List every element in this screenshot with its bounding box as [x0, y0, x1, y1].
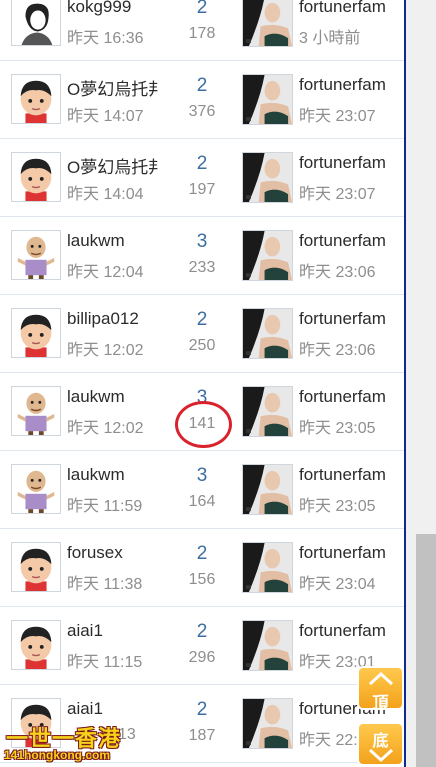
last-post-time[interactable]: 昨天 23:05 — [299, 492, 376, 516]
thread-starter[interactable]: billipa012 — [67, 309, 158, 329]
thread-starter[interactable]: laukwm — [67, 465, 158, 485]
last-poster-avatar-icon[interactable] — [242, 698, 293, 749]
logo-url: 141hongkong.com — [4, 748, 111, 762]
view-count: 376 — [188, 103, 216, 120]
last-poster-name[interactable]: fortunerfam — [299, 309, 389, 329]
last-poster-name[interactable]: fortunerfam — [299, 465, 389, 485]
thread-starter[interactable]: forusex — [67, 543, 158, 563]
last-poster-avatar-icon[interactable] — [242, 152, 293, 203]
last-poster-avatar-icon[interactable] — [242, 542, 293, 593]
last-post-time[interactable]: 昨天 23:06 — [299, 336, 376, 360]
thread-row[interactable]: O夢幻烏托邦 昨天 14:04 2 197 fortunerfam 昨天 23:… — [0, 139, 404, 217]
reply-count: 3 — [196, 465, 208, 486]
old-man-avatar-icon[interactable] — [11, 386, 61, 436]
last-poster-name[interactable]: fortunerfam — [299, 387, 389, 407]
view-count: 178 — [188, 25, 216, 42]
thread-starter[interactable]: aiai1 — [67, 621, 158, 641]
last-poster-avatar-icon[interactable] — [242, 464, 293, 515]
last-poster-avatar-icon[interactable] — [242, 308, 293, 359]
thread-row[interactable]: kokg999 昨天 16:36 2 178 fortunerfam 3 小時前 — [0, 0, 404, 61]
thread-start-time: 昨天 14:07 — [67, 108, 144, 125]
reply-count: 2 — [196, 699, 208, 720]
thread-row[interactable]: billipa012 昨天 12:02 2 250 fortunerfam 昨天… — [0, 295, 404, 373]
thread-starter[interactable]: O夢幻烏托邦 — [67, 75, 158, 100]
thread-start-time: 昨天 11:15 — [67, 654, 143, 671]
last-poster-avatar-icon[interactable] — [242, 386, 293, 437]
thread-start-time: 昨天 11:59 — [67, 498, 143, 515]
scroll-to-top-button[interactable]: 頂 — [357, 666, 404, 712]
thread-start-time: 昨天 14:04 — [67, 186, 144, 203]
reply-count: 2 — [196, 309, 208, 330]
chevron-down-icon — [368, 748, 394, 763]
reply-count: 2 — [196, 153, 208, 174]
reply-count: 2 — [196, 75, 208, 96]
thread-starter[interactable]: laukwm — [67, 387, 158, 407]
thread-starter[interactable]: laukwm — [67, 231, 158, 251]
thread-starter[interactable]: aiai1 — [67, 699, 158, 719]
thread-row[interactable]: aiai1 昨天 11:15 2 296 fortunerfam 昨天 23:0… — [0, 607, 404, 685]
thread-start-time: 昨天 16:36 — [67, 30, 144, 47]
last-poster-name[interactable]: fortunerfam — [299, 543, 389, 563]
thread-row[interactable]: O夢幻烏托邦 昨天 14:07 2 376 fortunerfam 昨天 23:… — [0, 61, 404, 139]
last-post-time[interactable]: 昨天 23:04 — [299, 570, 376, 594]
view-count: 197 — [188, 181, 216, 198]
view-count: 296 — [188, 649, 216, 666]
thread-starter[interactable]: O夢幻烏托邦 — [67, 153, 158, 178]
default-boy-avatar-icon[interactable] — [11, 74, 61, 124]
scroll-to-bottom-button[interactable]: 底 — [357, 722, 404, 766]
view-count: 250 — [188, 337, 216, 354]
thread-start-time: 昨天 12:02 — [67, 420, 144, 437]
thread-row[interactable]: forusex 昨天 11:38 2 156 fortunerfam 昨天 23… — [0, 529, 404, 607]
thread-start-time: 昨天 12:04 — [67, 264, 144, 281]
sketch-avatar-icon[interactable] — [11, 0, 61, 46]
thread-starter[interactable]: kokg999 — [67, 0, 158, 17]
view-count: 156 — [188, 571, 216, 588]
last-poster-avatar-icon[interactable] — [242, 230, 293, 281]
default-boy-avatar-icon[interactable] — [11, 620, 61, 670]
site-watermark-logo: 一世一香港 141hongkong.com — [4, 721, 126, 767]
reply-count: 2 — [196, 621, 208, 642]
last-post-time[interactable]: 昨天 23:05 — [299, 414, 376, 438]
view-count: 187 — [188, 727, 216, 744]
reply-count: 2 — [196, 543, 208, 564]
chevron-up-icon — [368, 671, 394, 686]
last-poster-avatar-icon[interactable] — [242, 74, 293, 125]
last-post-time[interactable]: 昨天 23:07 — [299, 102, 376, 126]
reply-count: 2 — [196, 0, 208, 18]
reply-count: 3 — [196, 231, 208, 252]
default-boy-avatar-icon[interactable] — [11, 542, 61, 592]
scroll-to-top-label: 頂 — [372, 695, 389, 712]
last-poster-name[interactable]: fortunerfam — [299, 153, 389, 173]
last-poster-name[interactable]: fortunerfam — [299, 231, 389, 251]
thread-start-time: 昨天 11:38 — [67, 576, 143, 593]
last-post-time[interactable]: 昨天 23:06 — [299, 258, 376, 282]
thread-list: kokg999 昨天 16:36 2 178 fortunerfam 3 小時前… — [0, 0, 404, 763]
thread-row[interactable]: laukwm 昨天 12:04 3 233 fortunerfam 昨天 23:… — [0, 217, 404, 295]
view-count: 233 — [188, 259, 216, 276]
view-count: 164 — [188, 493, 216, 510]
last-post-time[interactable]: 3 小時前 — [299, 24, 360, 48]
last-poster-avatar-icon[interactable] — [242, 0, 293, 47]
default-boy-avatar-icon[interactable] — [11, 152, 61, 202]
last-post-time[interactable]: 昨天 23:07 — [299, 180, 376, 204]
annotation-circle — [175, 401, 232, 448]
old-man-avatar-icon[interactable] — [11, 464, 61, 514]
scrollbar-thumb[interactable] — [416, 534, 436, 767]
last-poster-avatar-icon[interactable] — [242, 620, 293, 671]
thread-start-time: 昨天 12:02 — [67, 342, 144, 359]
last-poster-name[interactable]: fortunerfam — [299, 621, 389, 641]
thread-row[interactable]: laukwm 昨天 11:59 3 164 fortunerfam 昨天 23:… — [0, 451, 404, 529]
default-boy-avatar-icon[interactable] — [11, 308, 61, 358]
last-poster-name[interactable]: fortunerfam — [299, 75, 389, 95]
page-scrollbar[interactable] — [404, 0, 436, 767]
old-man-avatar-icon[interactable] — [11, 230, 61, 280]
last-poster-name[interactable]: fortunerfam — [299, 0, 389, 17]
